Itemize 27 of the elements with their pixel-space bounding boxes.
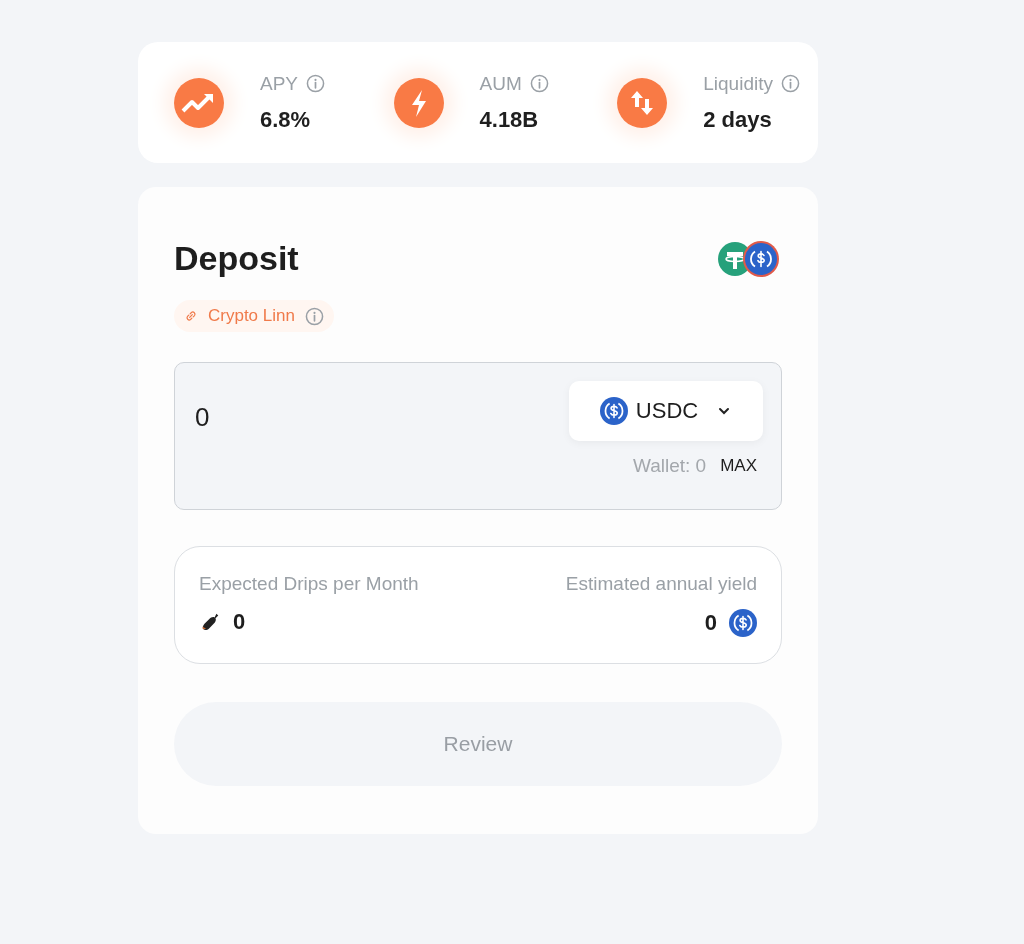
coin-icon xyxy=(729,609,757,637)
yield-value: 0 xyxy=(704,610,717,636)
drips-label: Expected Drips per Month xyxy=(199,573,419,595)
info-icon[interactable] xyxy=(304,306,324,326)
stat-label: AUM xyxy=(479,72,522,95)
info-icon[interactable] xyxy=(529,74,549,93)
info-icon[interactable] xyxy=(781,74,800,93)
info-icon[interactable] xyxy=(306,74,326,93)
token-select[interactable]: USDC xyxy=(569,381,763,441)
stat-value: 6.8% xyxy=(260,106,312,133)
coin-icon xyxy=(599,397,628,425)
stat-label: Liquidity xyxy=(703,72,773,95)
link-icon xyxy=(184,309,198,323)
arrows-up-down-icon xyxy=(617,77,668,128)
wallet-balance: Wallet: 0 xyxy=(632,455,707,477)
max-button[interactable]: MAX xyxy=(720,456,757,476)
deposit-title: Deposit xyxy=(174,239,299,278)
drips-value: 0 xyxy=(233,609,246,635)
stat-value: 4.18B xyxy=(479,106,540,133)
yield-label: Estimated annual yield xyxy=(565,573,757,595)
coin-pair-icon xyxy=(716,239,782,278)
stat-label: APY xyxy=(260,72,299,95)
stat-value: 2 days xyxy=(703,106,773,133)
lightning-icon xyxy=(393,77,444,128)
source-name: Crypto Linn xyxy=(208,306,295,326)
amount-field[interactable]: 0 xyxy=(195,398,395,436)
trend-up-icon xyxy=(174,77,224,128)
